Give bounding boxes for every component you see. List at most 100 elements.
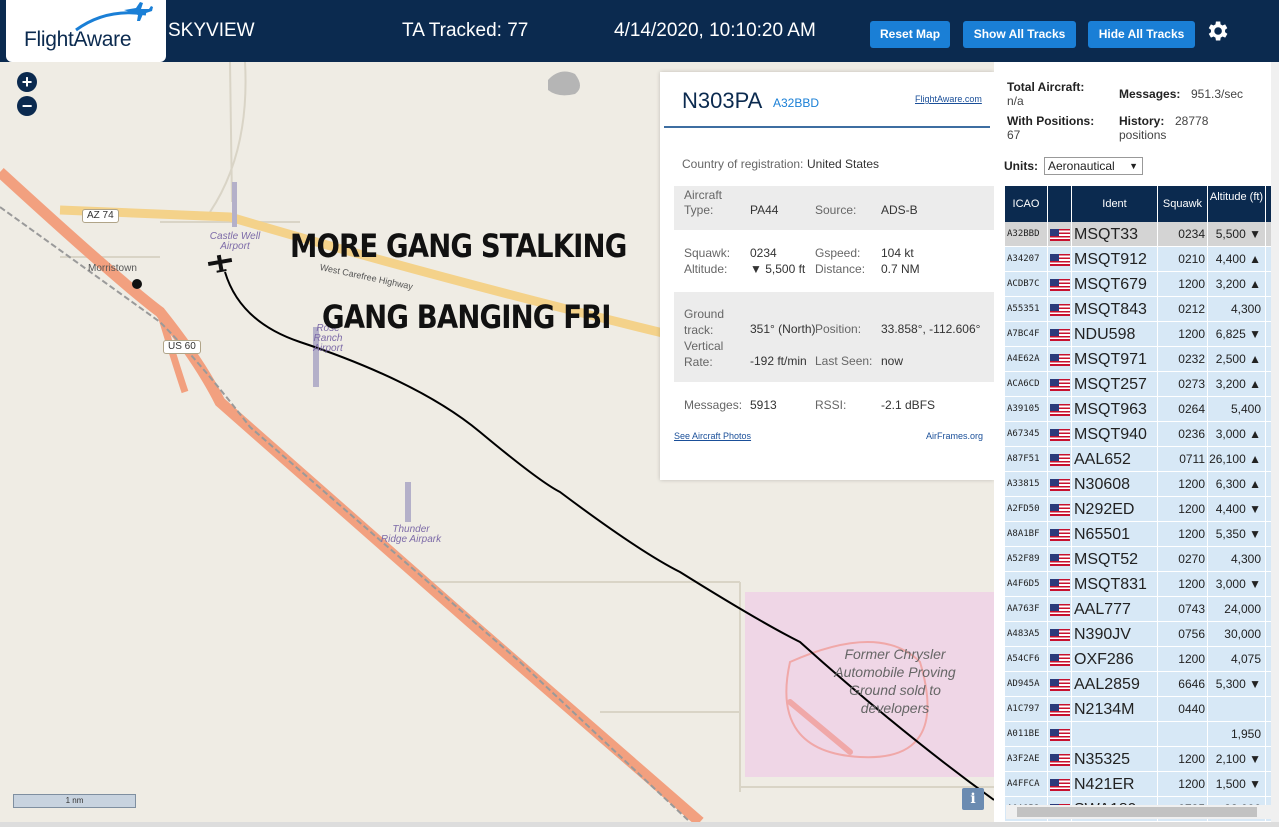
horizontal-scrollbar-thumb[interactable] — [1017, 807, 1257, 817]
us-flag-icon — [1050, 554, 1070, 566]
cell-icao: A011BE — [1005, 722, 1048, 747]
col-icao-header[interactable]: ICAO — [1005, 186, 1048, 222]
flightaware-logo[interactable]: FlightAware — [6, 0, 166, 62]
table-row[interactable]: A54CF6 OXF286 1200 4,075 — [1005, 647, 1279, 672]
table-row[interactable]: A483A5 N390JV 0756 30,000 — [1005, 622, 1279, 647]
distance-label: Distance: — [815, 262, 866, 276]
gear-icon[interactable] — [1204, 18, 1230, 44]
cell-icao: A32BBD — [1005, 222, 1048, 247]
history-value: 28778 positions — [1119, 114, 1209, 142]
cell-squawk: 1200 — [1158, 497, 1208, 522]
cell-altitude: 2,100 ▼ — [1208, 747, 1266, 772]
flag-icon-cell — [1048, 397, 1072, 422]
squawk-value: 0234 — [750, 246, 777, 260]
cell-icao: A87F51 — [1005, 447, 1048, 472]
cell-squawk: 1200 — [1158, 472, 1208, 497]
table-row[interactable]: A8A1BF N65501 1200 5,350 ▼ — [1005, 522, 1279, 547]
panel-vertical-scrollbar[interactable] — [1271, 62, 1279, 827]
airframes-link[interactable]: AirFrames.org — [926, 431, 983, 441]
cell-ident: N292ED — [1072, 497, 1158, 522]
cell-altitude: 4,300 — [1208, 297, 1266, 322]
cell-squawk: 1200 — [1158, 522, 1208, 547]
zoom-out-button[interactable]: − — [17, 96, 37, 116]
table-row[interactable]: A55351 MSQT843 0212 4,300 — [1005, 297, 1279, 322]
table-row[interactable]: A3F2AE N35325 1200 2,100 ▼ — [1005, 747, 1279, 772]
table-row[interactable]: A34207 MSQT912 0210 4,400 ▲ — [1005, 247, 1279, 272]
aircraft-photos-link[interactable]: See Aircraft Photos — [674, 431, 751, 441]
cell-altitude: 3,200 ▲ — [1208, 272, 1266, 297]
cell-altitude: 3,000 ▼ — [1208, 572, 1266, 597]
table-row[interactable]: A4F6D5 MSQT831 1200 3,000 ▼ — [1005, 572, 1279, 597]
table-row[interactable]: A011BE 1,950 — [1005, 722, 1279, 747]
table-row[interactable]: A52F89 MSQT52 0270 4,300 — [1005, 547, 1279, 572]
country-value: United States — [807, 157, 880, 171]
messages-rate-label: Messages: — [1119, 87, 1181, 101]
map-info-button[interactable]: i — [962, 788, 984, 810]
table-row[interactable]: AD945A AAL2859 6646 5,300 ▼ — [1005, 672, 1279, 697]
cell-squawk: 0236 — [1158, 422, 1208, 447]
flag-icon-cell — [1048, 622, 1072, 647]
cell-altitude: 30,000 — [1208, 622, 1266, 647]
flag-icon-cell — [1048, 272, 1072, 297]
table-row[interactable]: ACDB7C MSQT679 1200 3,200 ▲ — [1005, 272, 1279, 297]
us-flag-icon — [1050, 304, 1070, 316]
cell-altitude: 5,300 ▼ — [1208, 672, 1266, 697]
table-row[interactable]: A87F51 AAL652 0711 26,100 ▲ — [1005, 447, 1279, 472]
table-row[interactable]: AA763F AAL777 0743 24,000 — [1005, 597, 1279, 622]
cell-icao: A2FD50 — [1005, 497, 1048, 522]
us-flag-icon — [1050, 279, 1070, 291]
zoom-in-button[interactable]: + — [17, 72, 37, 92]
table-row[interactable]: A67345 MSQT940 0236 3,000 ▲ — [1005, 422, 1279, 447]
col-altitude-header[interactable]: Altitude (ft) — [1208, 186, 1266, 222]
map-scale-bar: 1 nm — [13, 794, 136, 808]
cell-squawk: 1200 — [1158, 572, 1208, 597]
table-row[interactable]: A39105 MSQT963 0264 5,400 — [1005, 397, 1279, 422]
units-dropdown[interactable]: Aeronautical ▼ — [1044, 157, 1143, 175]
flag-icon-cell — [1048, 447, 1072, 472]
col-flag-header[interactable] — [1048, 186, 1072, 222]
cell-squawk: 0273 — [1158, 372, 1208, 397]
cell-altitude: 5,350 ▼ — [1208, 522, 1266, 547]
hide-all-tracks-button[interactable]: Hide All Tracks — [1088, 21, 1195, 48]
table-row[interactable]: A33815 N30608 1200 6,300 ▲ — [1005, 472, 1279, 497]
aircraft-hex-code: A32BBD — [773, 96, 820, 110]
table-row[interactable]: ACA6CD MSQT257 0273 3,200 ▲ — [1005, 372, 1279, 397]
cell-icao: A7BC4F — [1005, 322, 1048, 347]
cell-icao: AD945A — [1005, 672, 1048, 697]
thunder-ridge-runway — [405, 482, 411, 522]
table-row[interactable]: A1C797 N2134M 0440 — [1005, 697, 1279, 722]
us-flag-icon — [1050, 729, 1070, 741]
table-row[interactable]: A32BBD MSQT33 0234 5,500 ▼ — [1005, 222, 1279, 247]
col-squawk-header[interactable]: Squawk — [1158, 186, 1208, 222]
morristown-label: Morristown — [88, 263, 137, 274]
chevron-down-icon: ▼ — [1129, 161, 1138, 171]
flag-icon-cell — [1048, 347, 1072, 372]
window-bottom-edge — [0, 822, 1279, 827]
cell-icao: A55351 — [1005, 297, 1048, 322]
app-name: SKYVIEW — [168, 20, 255, 41]
cell-ident: MSQT831 — [1072, 572, 1158, 597]
table-row[interactable]: A4FFCA N421ER 1200 1,500 ▼ — [1005, 772, 1279, 797]
aircraft-marker-icon[interactable] — [207, 253, 234, 274]
cell-altitude: 24,000 — [1208, 597, 1266, 622]
us-flag-icon — [1050, 404, 1070, 416]
castle-well-runway — [232, 182, 237, 227]
aircraft-detail-panel: N303PA A32BBD FlightAware.com Country of… — [660, 72, 994, 480]
table-row[interactable]: A7BC4F NDU598 1200 6,825 ▼ — [1005, 322, 1279, 347]
show-all-tracks-button[interactable]: Show All Tracks — [963, 21, 1076, 48]
thunder-ridge-airpark-label: Thunder Ridge Airpark — [380, 524, 442, 545]
vertical-rate-label: Vertical Rate: — [684, 339, 724, 369]
reset-map-button[interactable]: Reset Map — [870, 21, 950, 48]
us-flag-icon — [1050, 679, 1070, 691]
cell-squawk: 1200 — [1158, 747, 1208, 772]
us-flag-icon — [1050, 354, 1070, 366]
us60-shield: US 60 — [163, 340, 201, 354]
us-flag-icon — [1050, 379, 1070, 391]
morristown-marker — [132, 279, 142, 289]
flightaware-link[interactable]: FlightAware.com — [915, 94, 982, 104]
table-row[interactable]: A2FD50 N292ED 1200 4,400 ▼ — [1005, 497, 1279, 522]
col-ident-header[interactable]: Ident — [1072, 186, 1158, 222]
cell-icao: A54CF6 — [1005, 647, 1048, 672]
table-row[interactable]: A4E62A MSQT971 0232 2,500 ▲ — [1005, 347, 1279, 372]
cell-squawk: 0210 — [1158, 247, 1208, 272]
